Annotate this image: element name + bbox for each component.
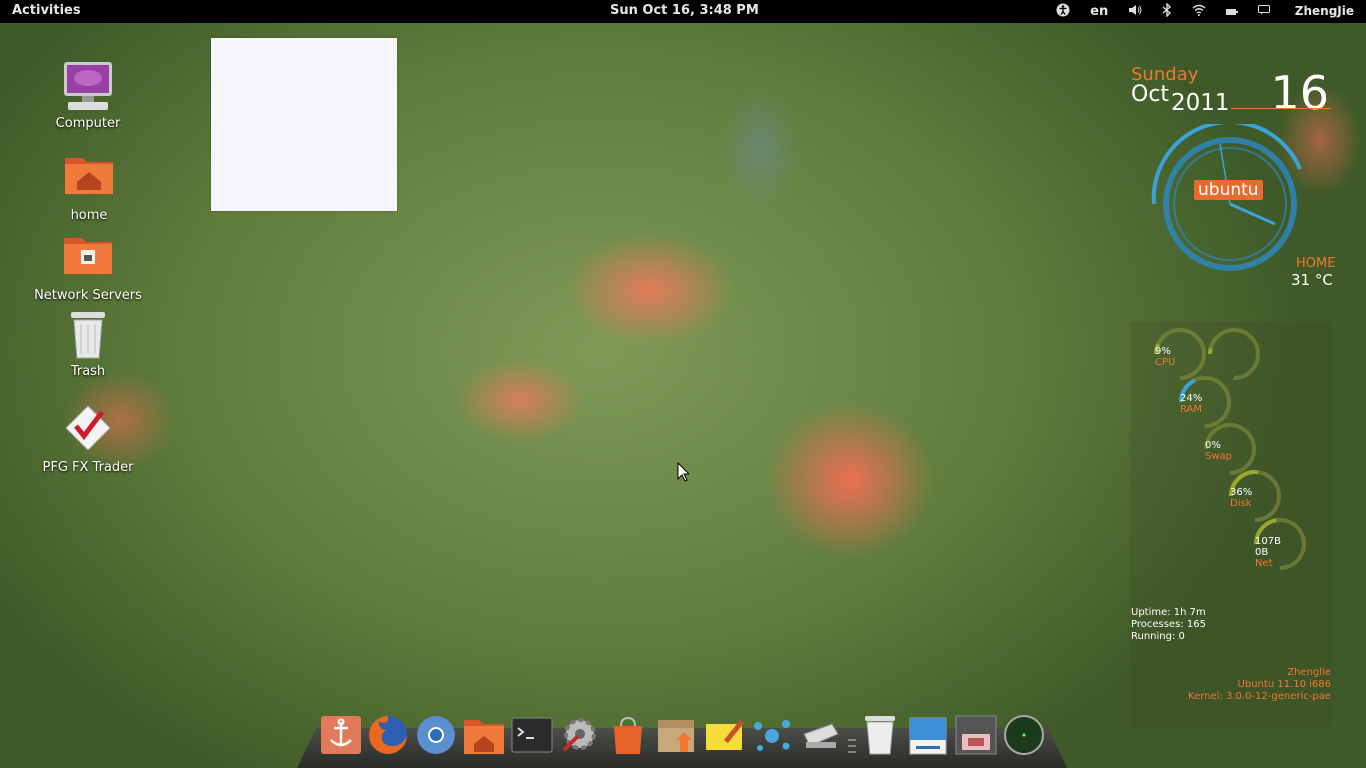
user-menu[interactable]: ZhengJie [1258,4,1354,19]
desktop-icon-label: PFG FX Trader [42,460,134,475]
uptime: Uptime: 1h 7m [1131,607,1206,618]
desktop-icon-label: Computer [55,116,121,131]
desktop-icon-network-servers[interactable]: Network Servers [33,232,143,303]
ram-value: 24% [1180,393,1203,404]
conky-date-widget: Sunday Oct 2011 16 [1131,64,1331,120]
dock-radar-icon[interactable] [1002,712,1046,756]
fx-trader-icon [62,404,114,456]
net-down-value: 107B [1255,536,1281,547]
dock-anchor-icon[interactable] [319,712,363,756]
swap-label: Swap [1205,451,1233,462]
cpu-label: CPU [1155,357,1176,368]
date-divider [1231,108,1331,109]
process-stats: Uptime: 1h 7m Processes: 165 Running: 0 [1131,607,1206,643]
sticky-note[interactable] [211,38,397,211]
dock-home-folder-icon[interactable] [462,712,506,756]
desktop-icon-home[interactable]: home [34,152,144,223]
weather-temperature: 31 °C [1291,271,1333,289]
net-ring-label: 107B 0B Net [1255,536,1281,569]
ram-ring-label: 24% RAM [1180,393,1202,415]
system-info: Zhenglie Ubuntu 11.10 i686 Kernel: 3.0.0… [1188,667,1331,703]
disk-ring-label: 36% Disk [1230,487,1252,509]
month: Oct [1131,82,1170,107]
dock [297,708,1067,768]
wifi-icon[interactable] [1192,4,1206,19]
dock-scanner-icon[interactable] [798,712,842,756]
dock-splash-icon[interactable] [750,712,794,756]
dock-notes-icon[interactable] [702,712,746,756]
day-number: 16 [1270,66,1329,120]
sysinfo-user: Zhenglie [1287,667,1331,678]
dock-software-center-icon[interactable] [606,712,650,756]
net-label: Net [1255,558,1273,569]
top-panel: Activities Sun Oct 16, 3:48 PM en ZhengJ… [0,0,1366,23]
computer-icon [62,60,114,112]
network-folder-icon [62,232,114,284]
weather-location: HOME [1296,256,1336,271]
volume-icon[interactable] [1128,4,1142,19]
desktop-icon-pfg-fx-trader[interactable]: PFG FX Trader [33,404,143,475]
dock-terminal-icon[interactable] [510,712,554,756]
dock-trash-icon[interactable] [858,712,902,756]
ubuntu-logo: ubuntu [1194,180,1263,200]
ring2-ring-track [1208,328,1260,380]
mouse-cursor-icon [677,462,689,482]
year: 2011 [1171,90,1230,116]
battery-icon[interactable] [1226,5,1239,19]
home-folder-icon [63,152,115,204]
disk-label: Disk [1230,498,1252,509]
dock-system-settings-icon[interactable] [558,712,602,756]
system-tray: en ZhengJie [1036,2,1354,20]
desktop-icon-computer[interactable]: Computer [33,60,143,131]
dock-screenshot-icon[interactable] [954,712,998,756]
desktop-icon-trash[interactable]: Trash [33,308,143,379]
bluetooth-icon[interactable] [1162,2,1172,20]
desktop-icon-label: Network Servers [34,288,142,303]
cpu-value: 9% [1155,346,1171,357]
desktop-icon-label: home [70,208,108,223]
sysinfo-kernel: Kernel: 3.0.0-12-generic-pae [1188,691,1331,702]
net-up-value: 0B [1255,547,1269,558]
desktop-icon-label: Trash [70,364,106,379]
running: Running: 0 [1131,631,1185,642]
clock-menu[interactable]: Sun Oct 16, 3:48 PM [610,3,759,18]
cpu-ring-label: 9% CPU [1155,346,1175,368]
swap-ring-label: 0% Swap [1205,440,1232,462]
user-name: ZhengJie [1294,4,1354,18]
disk-value: 36% [1230,487,1253,498]
dock-firefox-icon[interactable] [366,712,410,756]
dock-file-manager-icon[interactable] [906,712,950,756]
chat-icon [1258,5,1271,15]
ram-label: RAM [1180,404,1203,415]
activities-button[interactable]: Activities [12,3,81,18]
swap-value: 0% [1205,440,1221,451]
sysinfo-os: Ubuntu 11.10 i686 [1237,679,1331,690]
keyboard-layout-indicator[interactable]: en [1090,4,1108,19]
processes: Processes: 165 [1131,619,1206,630]
trash-icon [62,308,114,360]
accessibility-icon[interactable] [1056,3,1070,20]
dock-chromium-icon[interactable] [414,712,458,756]
dock-package-icon[interactable] [654,712,698,756]
